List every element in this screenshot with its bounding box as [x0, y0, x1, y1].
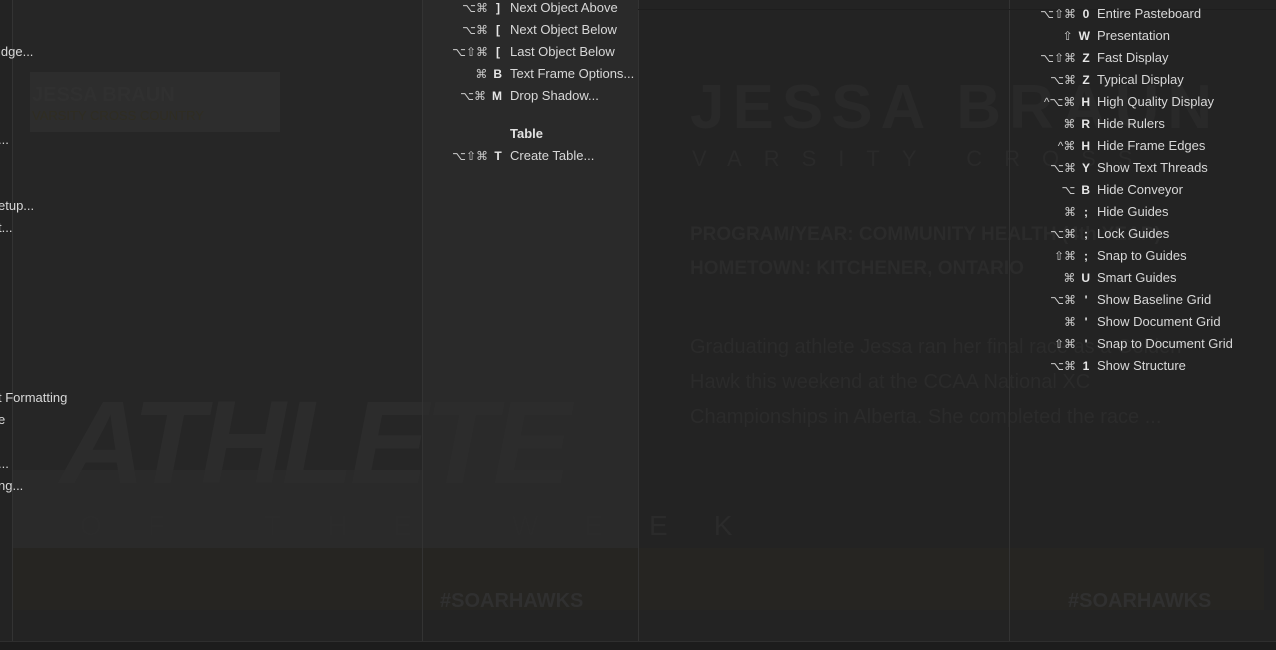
left-menu-item[interactable]: idge...	[0, 41, 33, 63]
shortcut: ⌥⌘[	[462, 23, 500, 37]
menu-item-hide-conveyor[interactable]: ⌥ B Hide Conveyor	[1010, 179, 1270, 201]
menu-item-next-object-above[interactable]: ⌥⌘] Next Object Above	[430, 0, 670, 19]
menu-item-label: Create Table...	[510, 148, 595, 163]
menu-item-show-baseline-grid[interactable]: ⌥⌘ ' Show Baseline Grid	[1010, 289, 1270, 311]
menu-item-last-object-below[interactable]: ⌥⇧⌘[ Last Object Below	[430, 41, 670, 63]
menu-item-label: Hide Guides	[1097, 204, 1169, 219]
menu-item-high-quality-display[interactable]: ^⌥⌘ H High Quality Display	[1010, 91, 1270, 113]
shortcut: ⌥⌘]	[462, 1, 500, 15]
shortcut: ^⌘ H	[1057, 139, 1090, 153]
shortcut: ⇧ W	[1062, 29, 1090, 43]
menu-item-label: Entire Pasteboard	[1097, 6, 1202, 21]
menu-item-label: High Quality Display	[1097, 94, 1215, 109]
menu-item-next-object-below[interactable]: ⌥⌘[ Next Object Below	[430, 19, 670, 41]
left-menu-item[interactable]: ...	[0, 129, 9, 151]
menu-item-hide-guides[interactable]: ⌘; Hide Guides	[1010, 201, 1270, 223]
menu-item-drop-shadow[interactable]: ⌥⌘ M Drop Shadow...	[430, 85, 670, 107]
shortcut: ⌥⌘ M	[460, 89, 502, 103]
menu-item-label: Show Text Threads	[1097, 160, 1208, 175]
menu-item-typical-display[interactable]: ⌥⌘ Z Typical Display	[1010, 69, 1270, 91]
menu-item-label: Next Object Below	[510, 22, 617, 37]
menu-item-label: Show Document Grid	[1097, 314, 1221, 329]
menu-item-label: Hide Conveyor	[1097, 182, 1183, 197]
menu-item-label: Hide Rulers	[1097, 116, 1165, 131]
menu-item-fast-display[interactable]: ⌥⇧⌘ Z Fast Display	[1010, 47, 1270, 69]
shortcut: ⌥⌘ '	[1050, 293, 1088, 307]
left-menu-item[interactable]: etup...	[0, 195, 34, 217]
poster-week-heading: OF THE WEEK	[80, 510, 779, 541]
menu-item-snap-to-guides[interactable]: ⇧⌘; Snap to Guides	[1010, 245, 1270, 267]
menu-item-create-table[interactable]: ⌥⇧⌘ T Create Table...	[430, 145, 670, 167]
shortcut: ⌥⌘;	[1050, 227, 1088, 241]
page-hometown: HOMETOWN: KITCHENER, ONTARIO	[690, 258, 1024, 279]
poster-name: JESSA BRAUN	[32, 84, 175, 106]
menu-item-label: Smart Guides	[1097, 270, 1177, 285]
menu-item-presentation[interactable]: ⇧ W Presentation	[1010, 25, 1270, 47]
shortcut: ⇧⌘ '	[1053, 337, 1088, 351]
divider	[422, 0, 423, 642]
poster-hashtag-left: #SOARHAWKS	[440, 590, 584, 612]
menu-item-lock-guides[interactable]: ⌥⌘; Lock Guides	[1010, 223, 1270, 245]
shortcut: ⌥⇧⌘[	[452, 45, 500, 59]
left-menu-item[interactable]: t Formatting	[0, 387, 67, 409]
menu-item-hide-frame-edges[interactable]: ^⌘ H Hide Frame Edges	[1010, 135, 1270, 157]
shortcut: ⇧⌘;	[1053, 249, 1088, 263]
menu-item-show-structure[interactable]: ⌥⌘ 1 Show Structure	[1010, 355, 1270, 377]
menu-item-label: Fast Display	[1097, 50, 1169, 65]
left-menu-item[interactable]: t...	[0, 217, 12, 239]
menu-section-table: Table	[430, 123, 670, 145]
poster-athlete-heading: ATHLETE	[60, 377, 571, 509]
menu-item-label: Snap to Guides	[1097, 248, 1187, 263]
menu-item-hide-rulers[interactable]: ⌘ R Hide Rulers	[1010, 113, 1270, 135]
menu-item-label: Text Frame Options...	[510, 66, 635, 81]
shortcut: ⌘ '	[1064, 315, 1088, 329]
object-menu: ⌥⌘] Next Object Above ⌥⌘[ Next Object Be…	[430, 0, 670, 167]
menu-spacer	[430, 107, 670, 123]
menu-item-entire-pasteboard[interactable]: ⌥⇧⌘ 0 Entire Pasteboard	[1010, 3, 1270, 25]
shortcut: ⌥⇧⌘ 0	[1040, 7, 1090, 21]
poster-subtitle: VARSITY CROSS COUNTRY	[32, 108, 204, 123]
shortcut: ⌥⌘ Y	[1050, 161, 1090, 175]
shortcut: ⌘ U	[1063, 271, 1090, 285]
shortcut: ⌥⌘ Z	[1050, 73, 1090, 87]
shortcut: ⌥⌘ 1	[1050, 359, 1090, 373]
menu-item-text-frame-options[interactable]: ⌘ B Text Frame Options...	[430, 63, 670, 85]
shortcut: ^⌥⌘ H	[1043, 95, 1090, 109]
menu-item-label: Hide Frame Edges	[1097, 138, 1206, 153]
menu-item-label: Lock Guides	[1097, 226, 1170, 241]
menu-item-label: Typical Display	[1097, 72, 1184, 87]
menu-item-show-document-grid[interactable]: ⌘ ' Show Document Grid	[1010, 311, 1270, 333]
left-menu-item[interactable]: ...	[0, 453, 9, 475]
menu-item-label: Snap to Document Grid	[1097, 336, 1233, 351]
menu-item-label: Next Object Above	[510, 0, 618, 15]
shortcut: ⌥ B	[1061, 183, 1091, 197]
shortcut: ⌘ R	[1063, 117, 1090, 131]
menu-item-label: Drop Shadow...	[510, 88, 599, 103]
menu-item-smart-guides[interactable]: ⌘ U Smart Guides	[1010, 267, 1270, 289]
view-menu: ⌥⇧⌘ 0 Entire Pasteboard ⇧ W Presentation ⌥⇧⌘ Z F…	[1010, 3, 1270, 377]
menu-item-label: Show Baseline Grid	[1097, 292, 1212, 307]
shortcut: ⌘;	[1064, 205, 1088, 219]
menu-item-label: Presentation	[1097, 28, 1170, 43]
status-bar	[0, 641, 1276, 650]
menu-item-label: Show Structure	[1097, 358, 1186, 373]
menu-item-label: Last Object Below	[510, 44, 615, 59]
poster-hashtag-right: #SOARHAWKS	[1068, 590, 1212, 612]
left-menu-item[interactable]: e	[0, 409, 5, 431]
divider	[12, 0, 13, 642]
left-menu-item[interactable]: ng...	[0, 475, 23, 497]
shortcut: ⌥⇧⌘ T	[452, 149, 502, 163]
shortcut: ⌥⇧⌘ Z	[1040, 51, 1090, 65]
shortcut: ⌘ B	[475, 67, 502, 81]
menu-item-snap-to-document-grid[interactable]: ⇧⌘ ' Snap to Document Grid	[1010, 333, 1270, 355]
menu-item-show-text-threads[interactable]: ⌥⌘ Y Show Text Threads	[1010, 157, 1270, 179]
section-title: Table	[510, 126, 543, 141]
